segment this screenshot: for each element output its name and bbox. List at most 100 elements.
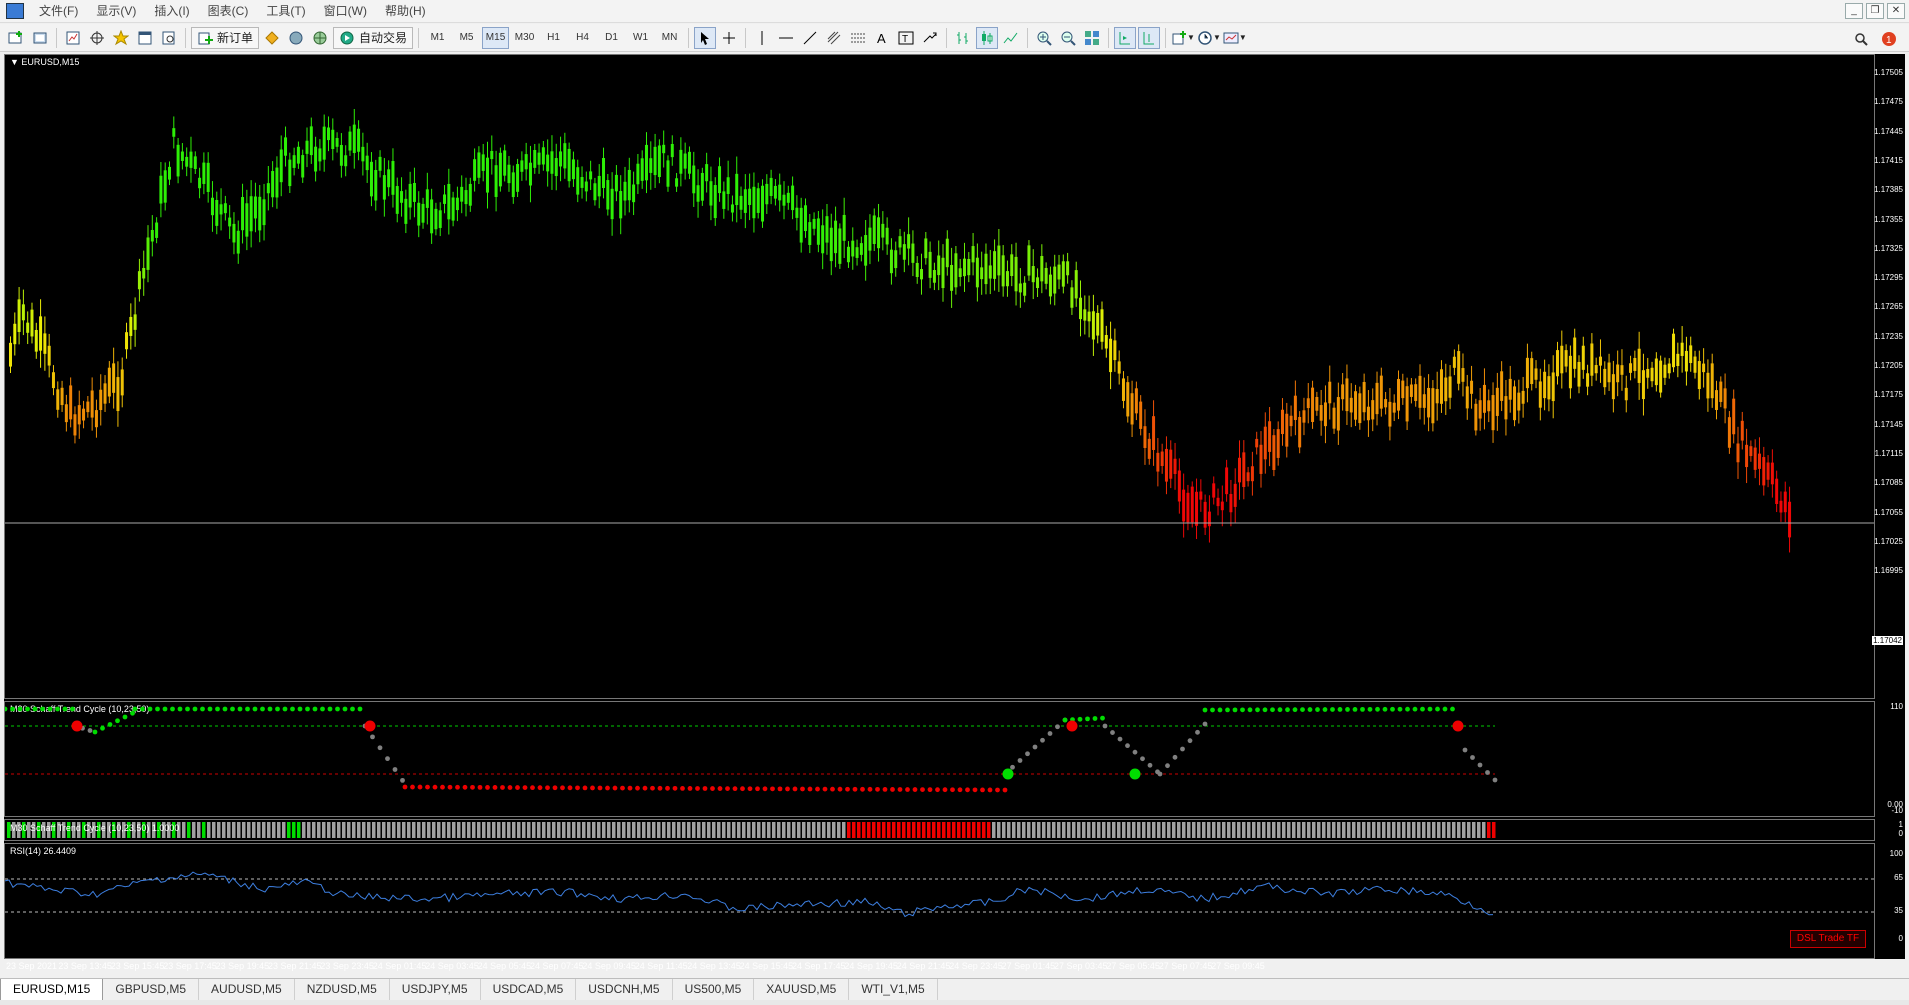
- stc-bar: [1477, 822, 1481, 838]
- diamond-icon: [264, 30, 280, 46]
- timeframe-m5[interactable]: M5: [453, 27, 480, 49]
- stc-bar: [447, 822, 451, 838]
- stc-dot: [650, 785, 655, 791]
- timeframe-m15[interactable]: M15: [482, 26, 510, 49]
- timeframe-m30[interactable]: M30: [511, 27, 538, 49]
- notification-icon: 1: [1881, 31, 1897, 47]
- text-tool[interactable]: A: [871, 27, 893, 49]
- notification-button[interactable]: 1: [1878, 28, 1900, 50]
- vertical-line-tool[interactable]: [751, 27, 773, 49]
- stc-dot: [1062, 717, 1068, 723]
- market-watch-button[interactable]: [62, 27, 84, 49]
- menu-charts[interactable]: 图表(C): [199, 0, 258, 22]
- candle-body: [1551, 372, 1555, 402]
- crosshair-tool[interactable]: [718, 27, 740, 49]
- chart-shift-button[interactable]: [1138, 26, 1161, 49]
- cursor-tool[interactable]: [694, 26, 717, 49]
- menu-insert[interactable]: 插入(I): [145, 0, 198, 22]
- candle-body: [1091, 311, 1095, 340]
- menu-tools[interactable]: 工具(T): [257, 0, 314, 22]
- market-button[interactable]: [309, 27, 331, 49]
- stc-bar-pane[interactable]: M30 Schaff Trend Cycle (10,23,50) 1.0000: [4, 819, 1875, 841]
- stc-bar: [347, 822, 351, 838]
- menu-window[interactable]: 窗口(W): [315, 0, 376, 22]
- candle-body: [563, 143, 567, 169]
- stc-pane[interactable]: M30 Schaff Trend Cycle (10,23,50): [4, 701, 1875, 817]
- tab-nzdusd-m5[interactable]: NZDUSD,M5: [295, 979, 390, 1001]
- candle-body: [284, 137, 288, 156]
- candle-body: [511, 172, 515, 198]
- auto-trading-button[interactable]: 自动交易: [333, 26, 414, 49]
- rsi-pane[interactable]: RSI(14) 26.4409: [4, 843, 1875, 959]
- trendline-tool[interactable]: [799, 27, 821, 49]
- stc-bar: [272, 822, 276, 838]
- stc-bar: [1487, 822, 1491, 838]
- dsl-trade-tf-button[interactable]: DSL Trade TF: [1790, 930, 1866, 948]
- tile-windows-button[interactable]: [1081, 27, 1103, 49]
- restore-button[interactable]: ❐: [1866, 3, 1884, 19]
- menu-file[interactable]: 文件(F): [30, 0, 87, 22]
- candle-body: [571, 159, 575, 180]
- timeframe-mn[interactable]: MN: [656, 27, 683, 49]
- strategy-tester-button[interactable]: [158, 27, 180, 49]
- stc-dot: [1077, 716, 1083, 722]
- chart-window[interactable]: ▼ EURUSD,M15 1.17505 1.17475 1.17445 1.1741…: [4, 54, 1905, 971]
- channel-tool[interactable]: [823, 27, 845, 49]
- tab-usdcnh-m5[interactable]: USDCNH,M5: [576, 979, 673, 1001]
- stc-bar: [1407, 822, 1411, 838]
- periodicity-button[interactable]: ▼: [1197, 27, 1221, 49]
- data-window-button[interactable]: [86, 27, 108, 49]
- close-button[interactable]: ✕: [1887, 3, 1905, 19]
- candle-body: [846, 246, 850, 263]
- tab-eurusd-m15[interactable]: EURUSD,M15: [0, 979, 104, 1001]
- stc-bar: [1227, 822, 1231, 838]
- tab-xauusd-m5[interactable]: XAUUSD,M5: [754, 979, 850, 1001]
- zoom-out-button[interactable]: [1057, 27, 1079, 49]
- timeframe-d1[interactable]: D1: [598, 27, 625, 49]
- new-chart-button[interactable]: [5, 27, 27, 49]
- minimize-button[interactable]: _: [1845, 3, 1863, 19]
- stc-bar: [1157, 822, 1161, 838]
- navigator-button[interactable]: [110, 27, 132, 49]
- search-button[interactable]: [1850, 28, 1872, 50]
- metaeditor-button[interactable]: [261, 27, 283, 49]
- tab-usdjpy-m5[interactable]: USDJPY,M5: [390, 979, 481, 1001]
- stc-dot: [747, 786, 753, 792]
- indicators-button[interactable]: ▼: [1171, 27, 1195, 49]
- new-order-button[interactable]: 新订单: [191, 26, 260, 49]
- candle-body: [1323, 402, 1327, 427]
- stc-bar: [212, 822, 216, 838]
- timeframe-m1[interactable]: M1: [424, 27, 451, 49]
- tab-audusd-m5[interactable]: AUDUSD,M5: [199, 979, 295, 1001]
- timeframe-h4[interactable]: H4: [569, 27, 596, 49]
- globe-icon: [312, 30, 328, 46]
- profiles-button[interactable]: [29, 27, 51, 49]
- bar-chart-button[interactable]: [952, 27, 974, 49]
- horizontal-line-tool[interactable]: [775, 27, 797, 49]
- stc-dot: [392, 767, 398, 772]
- candle-body: [215, 199, 219, 226]
- candle-chart-button[interactable]: [976, 26, 999, 49]
- candle-body: [872, 215, 876, 244]
- tab-wti-v1-m5[interactable]: WTI_V1,M5: [849, 979, 938, 1001]
- zoom-in-button[interactable]: [1033, 27, 1055, 49]
- terminal-button[interactable]: [134, 27, 156, 49]
- auto-scroll-button[interactable]: [1114, 26, 1137, 49]
- timeframe-h1[interactable]: H1: [540, 27, 567, 49]
- tab-us500-m5[interactable]: US500,M5: [673, 979, 755, 1001]
- stc-bar: [552, 822, 556, 838]
- arrows-tool[interactable]: [919, 27, 941, 49]
- price-pane[interactable]: ▼ EURUSD,M15: [4, 54, 1875, 699]
- line-chart-button[interactable]: [1000, 27, 1022, 49]
- stc-bar: [367, 822, 371, 838]
- tab-usdcad-m5[interactable]: USDCAD,M5: [481, 979, 577, 1001]
- templates-button[interactable]: ▼: [1223, 27, 1247, 49]
- menu-help[interactable]: 帮助(H): [376, 0, 435, 22]
- timeframe-w1[interactable]: W1: [627, 27, 654, 49]
- signals-button[interactable]: [285, 27, 307, 49]
- stc-bar: [302, 822, 306, 838]
- tab-gbpusd-m5[interactable]: GBPUSD,M5: [103, 979, 200, 1001]
- fibonacci-tool[interactable]: [847, 27, 869, 49]
- text-label-tool[interactable]: T: [895, 27, 917, 49]
- menu-view[interactable]: 显示(V): [87, 0, 145, 22]
